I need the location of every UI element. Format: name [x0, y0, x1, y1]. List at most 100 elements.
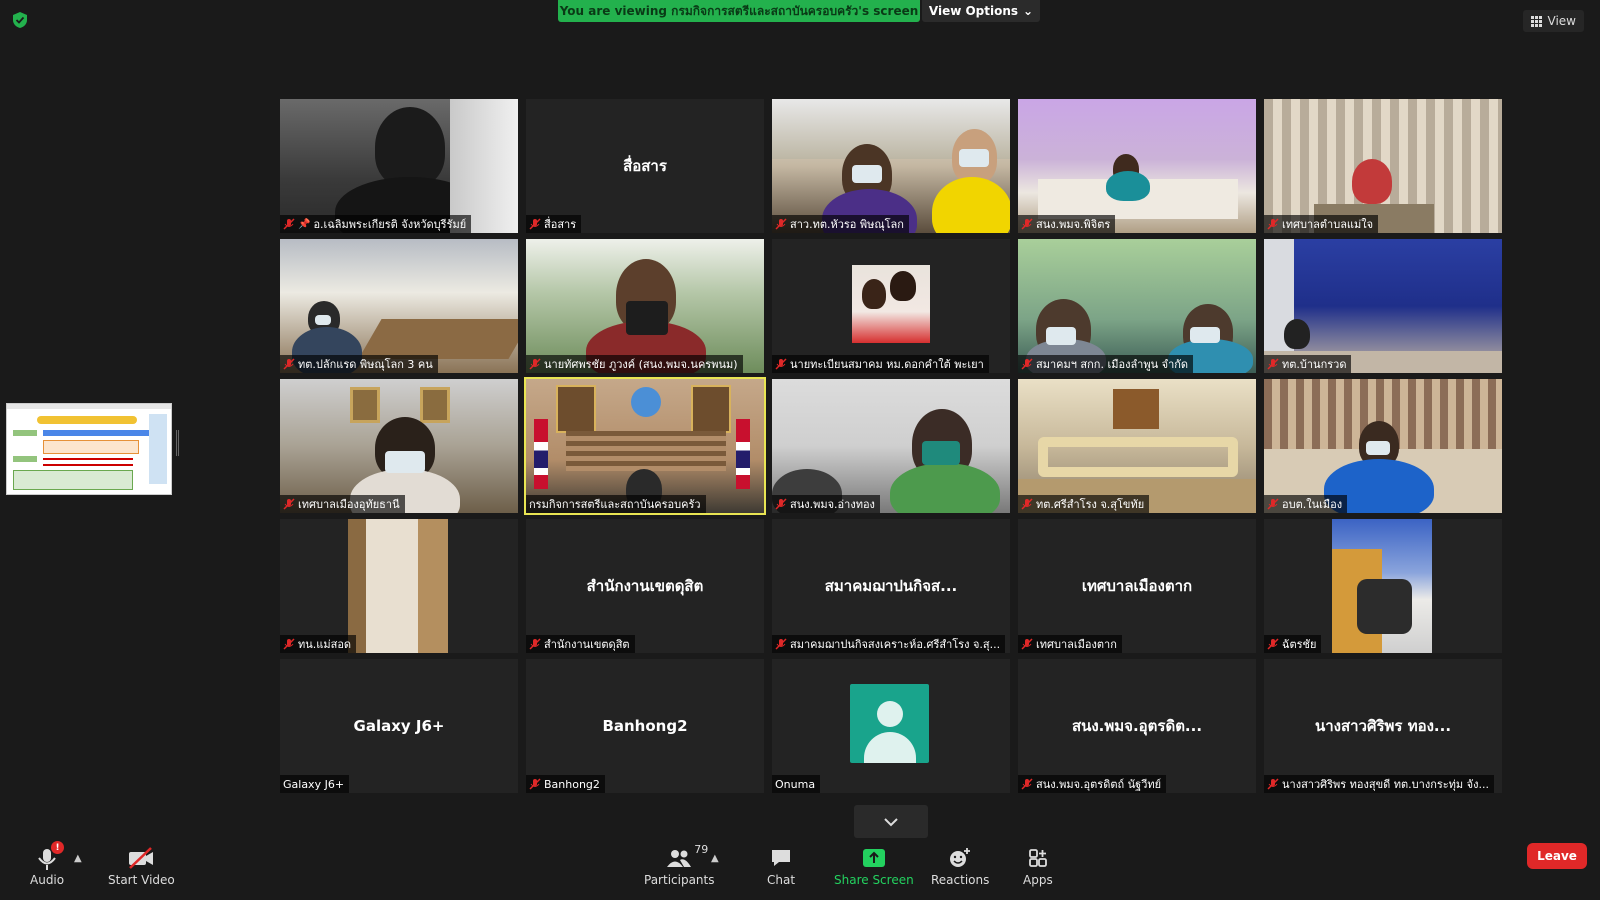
participant-photo [852, 265, 930, 343]
thumbnail-resize-handle[interactable] [176, 430, 179, 456]
leave-button[interactable]: Leave [1527, 843, 1587, 869]
participant-tile[interactable]: สาว.ทต.หัวรอ พิษณุโลก [772, 99, 1010, 233]
participant-video [1332, 519, 1432, 653]
participant-tile[interactable]: สมาคมฌาปนกิจส... สมาคมฌาปนกิจสงเคราะห์อ.… [772, 519, 1010, 653]
participant-display-name: Galaxy J6+ [353, 717, 445, 735]
participant-tile[interactable]: นางสาวศิริพร ทอง... นางสาวศิริพร ทองสุขด… [1264, 659, 1502, 793]
participant-name: อบต.ในเมือง [1282, 498, 1343, 511]
active-speaker-tile[interactable]: กรมกิจการสตรีและสถาบันครอบครัว [524, 377, 766, 515]
mic-muted-icon [1267, 358, 1279, 370]
participant-name: สาว.ทต.หัวรอ พิษณุโลก [790, 218, 904, 231]
hide-gallery-button[interactable] [854, 805, 928, 838]
participant-tile[interactable]: เทศบาลตำบลแม่ใจ [1264, 99, 1502, 233]
participant-tile[interactable]: ทต.ศรีสำโรง จ.สุโขทัย [1018, 379, 1256, 513]
reactions-button[interactable]: Reactions [931, 843, 989, 887]
participant-display-name: นางสาวศิริพร ทอง... [1314, 717, 1452, 735]
participant-name-label: สำนักงานเขตดุสิต [526, 635, 635, 653]
audio-label: Audio [30, 873, 65, 887]
participant-tile[interactable]: ทต.ปลักแรด พิษณุโลก 3 คน [280, 239, 518, 373]
participant-video [348, 519, 448, 653]
mic-muted-icon [1021, 638, 1033, 650]
participant-display-name: Banhong2 [602, 717, 688, 735]
participant-tile[interactable]: อบต.ในเมือง [1264, 379, 1502, 513]
participant-tile[interactable]: สมาคมฯ สกก. เมืองลำพูน จำกัด [1018, 239, 1256, 373]
participants-options-caret[interactable]: ▲ [711, 853, 719, 864]
mic-muted-icon [1021, 218, 1033, 230]
chat-button[interactable]: Chat [767, 843, 795, 887]
participant-tile[interactable]: สนง.พมจ.อ่างทอง [772, 379, 1010, 513]
mic-muted-icon [529, 638, 541, 650]
participants-label: Participants [644, 873, 715, 887]
mic-muted-icon [775, 358, 787, 370]
participant-name-label: ทน.แม่สอด [280, 635, 357, 653]
participant-video [1264, 379, 1502, 513]
start-video-button[interactable]: Start Video [108, 843, 175, 887]
mic-muted-icon [283, 358, 295, 370]
participant-video [1018, 239, 1256, 373]
participant-name: สมาคมฯ สกก. เมืองลำพูน จำกัด [1036, 358, 1189, 371]
participant-name-label: กรมกิจการสตรีและสถาบันครอบครัว [526, 495, 706, 513]
participant-display-name: เทศบาลเมืองตาก [1081, 577, 1193, 595]
participant-tile[interactable]: ทน.แม่สอด [280, 519, 518, 653]
participant-name-label: ทต.ศรีสำโรง จ.สุโขทัย [1018, 495, 1150, 513]
participant-video [1018, 379, 1256, 513]
mic-muted-icon [529, 778, 541, 790]
participant-tile[interactable]: เทศบาลเมืองอุทัยธานี [280, 379, 518, 513]
start-video-label: Start Video [108, 873, 175, 887]
participants-button[interactable]: 79 Participants [644, 843, 715, 887]
share-screen-icon [862, 849, 885, 867]
shield-icon[interactable] [12, 11, 28, 29]
banner-prefix: You are viewing [559, 4, 667, 18]
participant-name-label: นางสาวศิริพร ทองสุขดี ทต.บางกระทุ่ม จัง.… [1264, 775, 1494, 793]
mic-muted-icon [775, 638, 787, 650]
participant-tile[interactable]: Banhong2 Banhong2 [526, 659, 764, 793]
participant-name-label: เทศบาลเมืองตาก [1018, 635, 1122, 653]
mic-muted-icon [283, 498, 295, 510]
participant-tile[interactable]: นายทะเบียนสมาคม หม.ดอกคำใต้ พะเยา [772, 239, 1010, 373]
pin-icon: 📌 [298, 218, 311, 230]
participant-tile[interactable]: Galaxy J6+ Galaxy J6+ [280, 659, 518, 793]
participant-tile[interactable]: สำนักงานเขตดุสิต สำนักงานเขตดุสิต [526, 519, 764, 653]
mic-muted-icon [1267, 498, 1279, 510]
participant-video [280, 379, 518, 513]
view-button[interactable]: View [1522, 10, 1584, 32]
participant-name: ทน.แม่สอด [298, 638, 352, 651]
participant-name-label: สนง.พมจ.พิจิตร [1018, 215, 1116, 233]
participant-name: ฉัตรชัย [1282, 638, 1317, 651]
view-options-button[interactable]: View Options ⌄ [922, 0, 1040, 22]
participant-tile[interactable]: เทศบาลเมืองตาก เทศบาลเมืองตาก [1018, 519, 1256, 653]
participant-name-label: Onuma [772, 775, 821, 793]
audio-options-caret[interactable]: ▲ [74, 853, 82, 864]
mic-muted-icon [1267, 778, 1279, 790]
participant-name-label: ฉัตรชัย [1264, 635, 1322, 653]
share-screen-button[interactable]: Share Screen [834, 843, 914, 887]
audio-button[interactable]: ! Audio [30, 841, 65, 887]
participant-name: สมาคมฌาปนกิจสงเคราะห์อ.ศรีสำโรง จ.สุ... [790, 638, 1001, 651]
participant-display-name: สื่อสาร [623, 157, 667, 175]
participant-display-name: สำนักงานเขตดุสิต [586, 577, 704, 595]
participant-name-label: Banhong2 [526, 775, 605, 793]
participant-name: สนง.พมจ.อุตรดิตถ์ นัฐวีทย์ [1036, 778, 1162, 791]
participant-name: สำนักงานเขตดุสิต [544, 638, 630, 651]
participant-tile[interactable]: ทต.บ้านกรวด [1264, 239, 1502, 373]
participant-name: เทศบาลเมืองตาก [1036, 638, 1117, 651]
participant-name: อ.เฉลิมพระเกียรติ จังหวัดบุรีรัมย์ [313, 218, 467, 231]
participant-name: สนง.พมจ.อ่างทอง [790, 498, 875, 511]
participant-name-label: ทต.ปลักแรด พิษณุโลก 3 คน [280, 355, 438, 373]
participant-name-label: ทต.บ้านกรวด [1264, 355, 1352, 373]
participant-tile[interactable]: 📌 อ.เฉลิมพระเกียรติ จังหวัดบุรีรัมย์ [280, 99, 518, 233]
banner-suffix: 's screen [858, 4, 919, 18]
participant-tile[interactable]: ฉัตรชัย [1264, 519, 1502, 653]
participant-name-label: สนง.พมจ.อุตรดิตถ์ นัฐวีทย์ [1018, 775, 1167, 793]
shared-screen-thumbnail[interactable] [6, 403, 172, 495]
participant-tile[interactable]: สนง.พมจ.พิจิตร [1018, 99, 1256, 233]
participant-tile[interactable]: นายทัศพรชัย ภูวงค์ (สนง.พมจ.นครพนม) [526, 239, 764, 373]
mic-muted-icon [1021, 498, 1033, 510]
apps-button[interactable]: Apps [1023, 843, 1053, 887]
participant-video [280, 239, 518, 373]
participant-tile[interactable]: สนง.พมจ.อุตรดิต... สนง.พมจ.อุตรดิตถ์ นัฐ… [1018, 659, 1256, 793]
participant-tile[interactable]: สื่อสาร สื่อสาร [526, 99, 764, 233]
view-options-label: View Options [928, 4, 1019, 18]
participant-tile[interactable]: Onuma [772, 659, 1010, 793]
meeting-toolbar: ! Audio ▲ Start Video 79 Participants ▲ … [0, 841, 1600, 900]
